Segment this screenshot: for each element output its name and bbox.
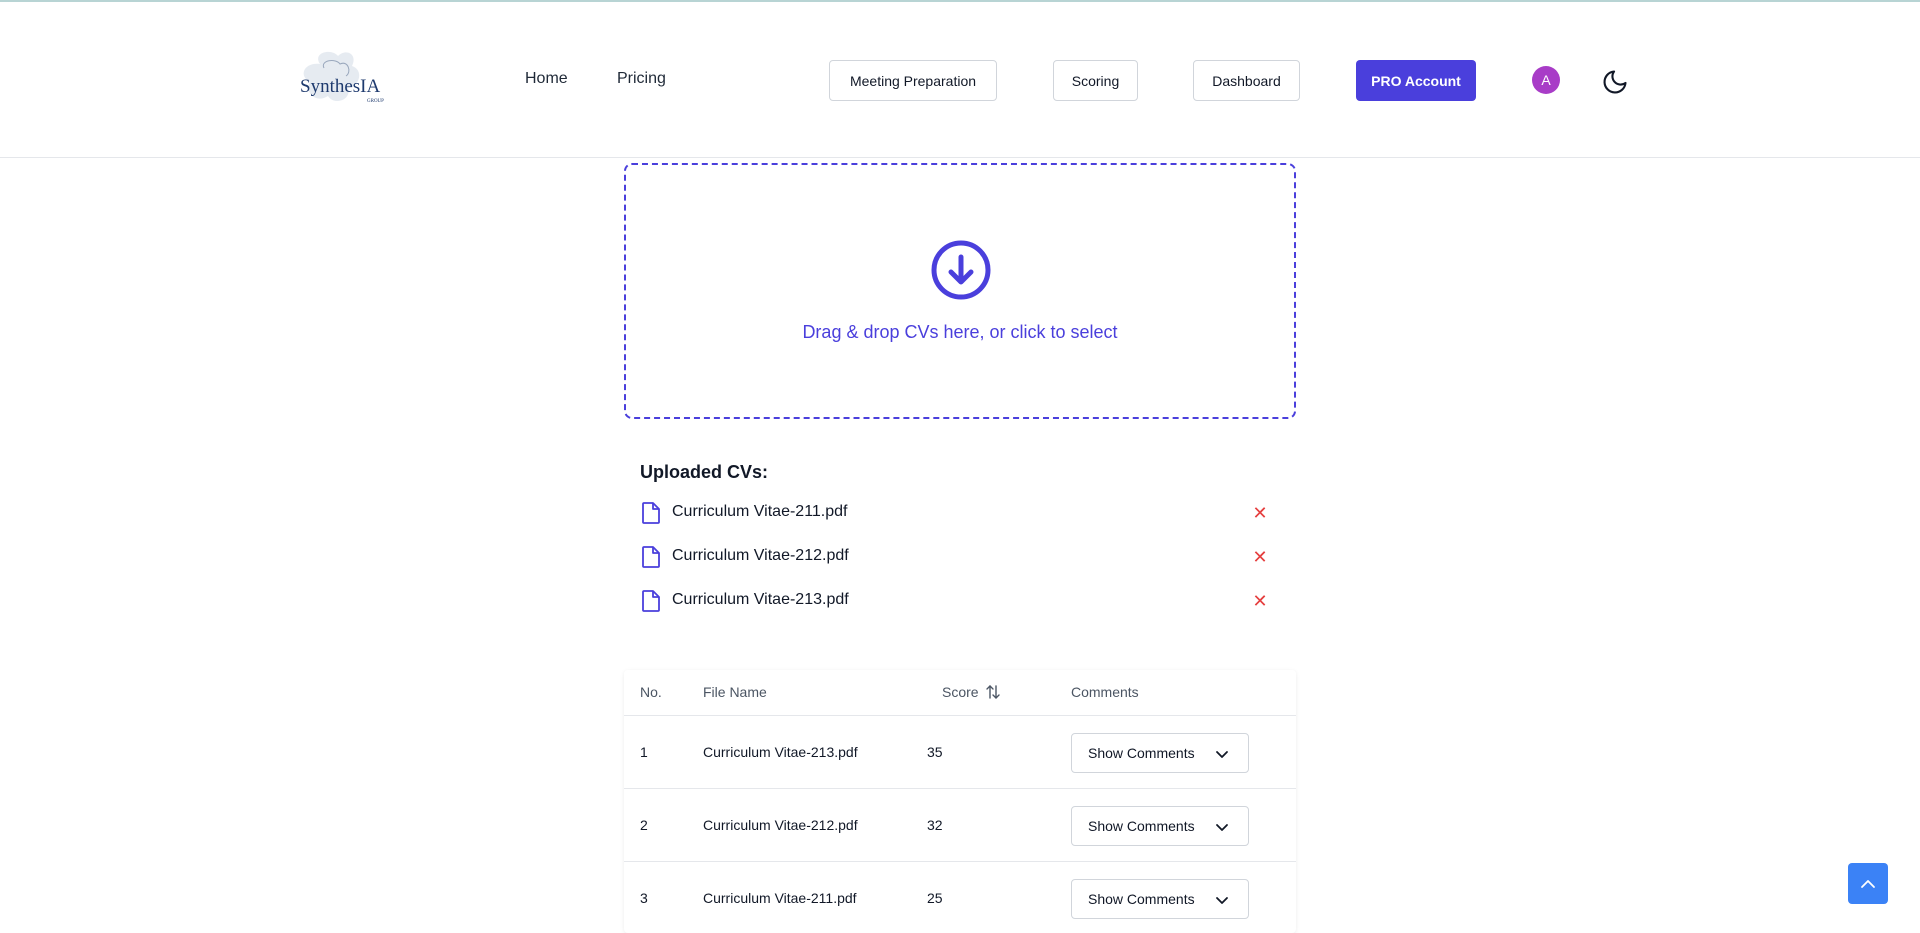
chevron-down-icon [1216, 897, 1228, 904]
nav-home-link[interactable]: Home [525, 70, 568, 88]
row-number: 3 [640, 890, 648, 906]
file-icon [640, 545, 662, 569]
download-circle-icon [930, 239, 992, 301]
show-comments-label: Show Comments [1088, 818, 1195, 834]
uploaded-file-item: Curriculum Vitae-211.pdf ✕ [640, 501, 1270, 525]
top-navbar: SynthesIA GROUP Home Pricing Meeting Pre… [0, 2, 1920, 158]
uploaded-file-name: Curriculum Vitae-212.pdf [672, 547, 849, 564]
show-comments-label: Show Comments [1088, 745, 1195, 761]
remove-file-icon[interactable]: ✕ [1248, 545, 1272, 569]
chevron-up-icon [1861, 879, 1875, 888]
cv-dropzone[interactable]: Drag & drop CVs here, or click to select [624, 163, 1296, 419]
show-comments-button[interactable]: Show Comments [1071, 879, 1249, 919]
row-score: 35 [927, 744, 943, 760]
show-comments-button[interactable]: Show Comments [1071, 733, 1249, 773]
show-comments-button[interactable]: Show Comments [1071, 806, 1249, 846]
sort-icon [985, 685, 1000, 699]
synthesia-logo[interactable]: SynthesIA GROUP [290, 46, 400, 116]
scroll-to-top-button[interactable] [1848, 863, 1888, 904]
row-file-name: Curriculum Vitae-212.pdf [703, 817, 858, 833]
uploaded-file-item: Curriculum Vitae-213.pdf ✕ [640, 589, 1270, 613]
dashboard-button[interactable]: Dashboard [1193, 60, 1300, 101]
table-row: 2 Curriculum Vitae-212.pdf 32 Show Comme… [624, 789, 1296, 862]
moon-icon[interactable] [1601, 68, 1629, 96]
meeting-preparation-button[interactable]: Meeting Preparation [829, 60, 997, 101]
logo-text: SynthesIA [300, 76, 381, 97]
chevron-down-icon [1216, 824, 1228, 831]
row-number: 2 [640, 817, 648, 833]
score-header-label: Score [942, 684, 979, 700]
uploaded-file-name: Curriculum Vitae-211.pdf [672, 503, 848, 520]
column-header-comments: Comments [1071, 684, 1139, 700]
table-row: 3 Curriculum Vitae-211.pdf 25 Show Comme… [624, 862, 1296, 933]
file-icon [640, 589, 662, 613]
row-score: 32 [927, 817, 943, 833]
column-header-no: No. [640, 684, 662, 700]
chevron-down-icon [1216, 751, 1228, 758]
file-icon [640, 501, 662, 525]
dropzone-text: Drag & drop CVs here, or click to select [802, 322, 1118, 342]
scoring-button[interactable]: Scoring [1053, 60, 1138, 101]
uploaded-file-name: Curriculum Vitae-213.pdf [672, 591, 849, 608]
logo-graphic: SynthesIA GROUP [300, 51, 384, 104]
row-number: 1 [640, 744, 648, 760]
remove-file-icon[interactable]: ✕ [1248, 589, 1272, 613]
show-comments-label: Show Comments [1088, 891, 1195, 907]
nav-pricing-link[interactable]: Pricing [617, 70, 666, 88]
scores-table: No. File Name Score Comments 1 Curriculu… [624, 670, 1296, 933]
column-header-score[interactable]: Score [942, 684, 1001, 700]
pro-account-button[interactable]: PRO Account [1356, 60, 1476, 101]
user-avatar[interactable]: A [1532, 66, 1560, 94]
logo-subtext: GROUP [367, 99, 384, 104]
row-file-name: Curriculum Vitae-211.pdf [703, 890, 857, 906]
uploaded-cvs-heading: Uploaded CVs: [640, 462, 769, 482]
row-score: 25 [927, 890, 943, 906]
uploaded-file-item: Curriculum Vitae-212.pdf ✕ [640, 545, 1270, 569]
column-header-file-name: File Name [703, 684, 767, 700]
row-file-name: Curriculum Vitae-213.pdf [703, 744, 858, 760]
table-row: 1 Curriculum Vitae-213.pdf 35 Show Comme… [624, 716, 1296, 789]
remove-file-icon[interactable]: ✕ [1248, 501, 1272, 525]
